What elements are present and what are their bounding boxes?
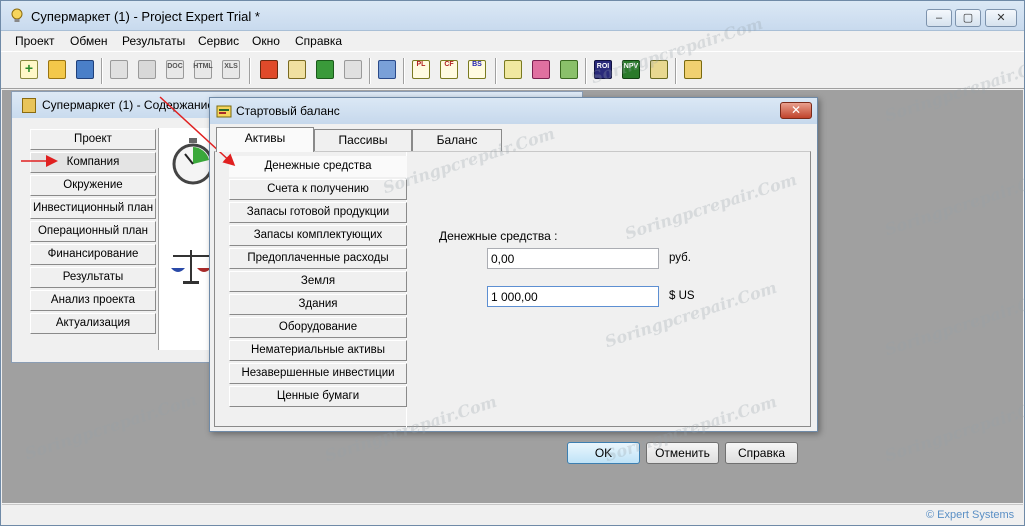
- asset-securities[interactable]: Ценные бумаги: [229, 386, 407, 407]
- asset-prepaid-expenses[interactable]: Предоплаченные расходы: [229, 248, 407, 269]
- finance-icon[interactable]: [313, 57, 337, 83]
- rub-unit-label: руб.: [669, 252, 691, 264]
- balance-dialog-icon: [216, 105, 232, 118]
- analysis-icon[interactable]: [375, 57, 399, 83]
- menu-service[interactable]: Сервис: [198, 34, 239, 48]
- cancel-button[interactable]: Отменить: [646, 442, 719, 464]
- dialog-titlebar[interactable]: Стартовый баланс ✕: [210, 98, 817, 124]
- nav-operating-plan[interactable]: Операционный план: [30, 221, 156, 242]
- menu-project[interactable]: Проект: [15, 34, 55, 48]
- nav-company[interactable]: Компания: [30, 152, 156, 173]
- dialog-title: Стартовый баланс: [236, 104, 340, 118]
- menu-results[interactable]: Результаты: [122, 34, 185, 48]
- nav-project-analysis[interactable]: Анализ проекта: [30, 290, 156, 311]
- scales-icon: [171, 250, 211, 284]
- asset-buildings[interactable]: Здания: [229, 294, 407, 315]
- toolbar-separator: [101, 58, 103, 84]
- balance-sheet-icon[interactable]: BS: [465, 57, 489, 83]
- toolbar-separator: [585, 58, 587, 84]
- asset-intangibles[interactable]: Нематериальные активы: [229, 340, 407, 361]
- status-brand-link[interactable]: © Expert Systems: [926, 509, 1014, 521]
- toolbar-separator: [369, 58, 371, 84]
- title-bar[interactable]: Супермаркет (1) - Project Expert Trial *…: [1, 1, 1024, 31]
- usd-unit-label: $ US: [669, 290, 695, 302]
- asset-construction-in-progress[interactable]: Незавершенные инвестиции: [229, 363, 407, 384]
- main-window: Супермаркет (1) - Project Expert Trial *…: [0, 0, 1025, 526]
- toolbar-separator: [675, 58, 677, 84]
- cash-flow-icon[interactable]: CF: [437, 57, 461, 83]
- tab-assets[interactable]: Активы: [216, 127, 314, 152]
- menu-exchange[interactable]: Обмен: [70, 34, 108, 48]
- nav-content-panel: [158, 128, 214, 350]
- asset-equipment[interactable]: Оборудование: [229, 317, 407, 338]
- zoom-icon[interactable]: [501, 57, 525, 83]
- nav-actualization[interactable]: Актуализация: [30, 313, 156, 334]
- table-icon[interactable]: [341, 57, 365, 83]
- status-bar: © Expert Systems: [2, 504, 1023, 525]
- cash-usd-input[interactable]: [487, 286, 659, 307]
- nav-results[interactable]: Результаты: [30, 267, 156, 288]
- report-icon[interactable]: [647, 57, 671, 83]
- menu-help[interactable]: Справка: [295, 34, 342, 48]
- export-html-icon[interactable]: HTML: [191, 57, 215, 83]
- cash-field-label: Денежные средства :: [439, 229, 558, 243]
- asset-receivables[interactable]: Счета к получению: [229, 179, 407, 200]
- window-title: Супермаркет (1) - Project Expert Trial *: [31, 9, 260, 24]
- calculate-icon[interactable]: [257, 57, 281, 83]
- preview-icon[interactable]: [107, 57, 131, 83]
- asset-finished-goods[interactable]: Запасы готовой продукции: [229, 202, 407, 223]
- print-icon[interactable]: [135, 57, 159, 83]
- roi-icon[interactable]: ROI: [591, 57, 615, 83]
- nav-financing[interactable]: Финансирование: [30, 244, 156, 265]
- save-icon[interactable]: [73, 57, 97, 83]
- export-doc-icon[interactable]: DOC: [163, 57, 187, 83]
- asset-components[interactable]: Запасы комплектующих: [229, 225, 407, 246]
- ok-button[interactable]: OK: [567, 442, 640, 464]
- chart-icon[interactable]: [557, 57, 581, 83]
- minimize-button[interactable]: –: [926, 9, 952, 27]
- tab-balance[interactable]: Баланс: [412, 129, 502, 151]
- help-button[interactable]: Справка: [725, 442, 798, 464]
- lightbulb-icon: [11, 8, 23, 22]
- open-folder-icon[interactable]: [45, 57, 69, 83]
- new-project-icon[interactable]: +: [17, 57, 41, 83]
- maximize-button[interactable]: ▢: [955, 9, 981, 27]
- asset-cash[interactable]: Денежные средства: [229, 156, 407, 177]
- spreadsheet-icon[interactable]: [681, 57, 705, 83]
- tab-liabilities[interactable]: Пассивы: [314, 129, 412, 151]
- toolbar-separator: [249, 58, 251, 84]
- toolbar-separator: [495, 58, 497, 84]
- menu-bar: Проект Обмен Результаты Сервис Окно Спра…: [1, 32, 1024, 51]
- content-window-title: Супермаркет (1) - Содержание: [42, 98, 215, 112]
- cash-rub-input[interactable]: [487, 248, 659, 269]
- assets-tab-panel: Денежные средства Счета к получению Запа…: [214, 151, 811, 464]
- export-xls-icon[interactable]: XLS: [219, 57, 243, 83]
- dialog-close-button[interactable]: ✕: [780, 102, 812, 119]
- profit-loss-icon[interactable]: PL: [409, 57, 433, 83]
- user-icon[interactable]: [529, 57, 553, 83]
- menu-window[interactable]: Окно: [252, 34, 280, 48]
- nav-investment-plan[interactable]: Инвестиционный план: [30, 198, 156, 219]
- book-icon: [22, 98, 36, 113]
- toolbar-separator: [403, 58, 405, 84]
- toolbar: + DOC HTML XLS PL CF BS ROI NPV: [1, 51, 1024, 89]
- check-list-icon[interactable]: [285, 57, 309, 83]
- asset-land[interactable]: Земля: [229, 271, 407, 292]
- close-button[interactable]: ✕: [985, 9, 1017, 27]
- nav-project[interactable]: Проект: [30, 129, 156, 150]
- nav-environment[interactable]: Окружение: [30, 175, 156, 196]
- npv-icon[interactable]: NPV: [619, 57, 643, 83]
- starting-balance-dialog: Стартовый баланс ✕ Активы Пассивы Баланс…: [209, 97, 818, 464]
